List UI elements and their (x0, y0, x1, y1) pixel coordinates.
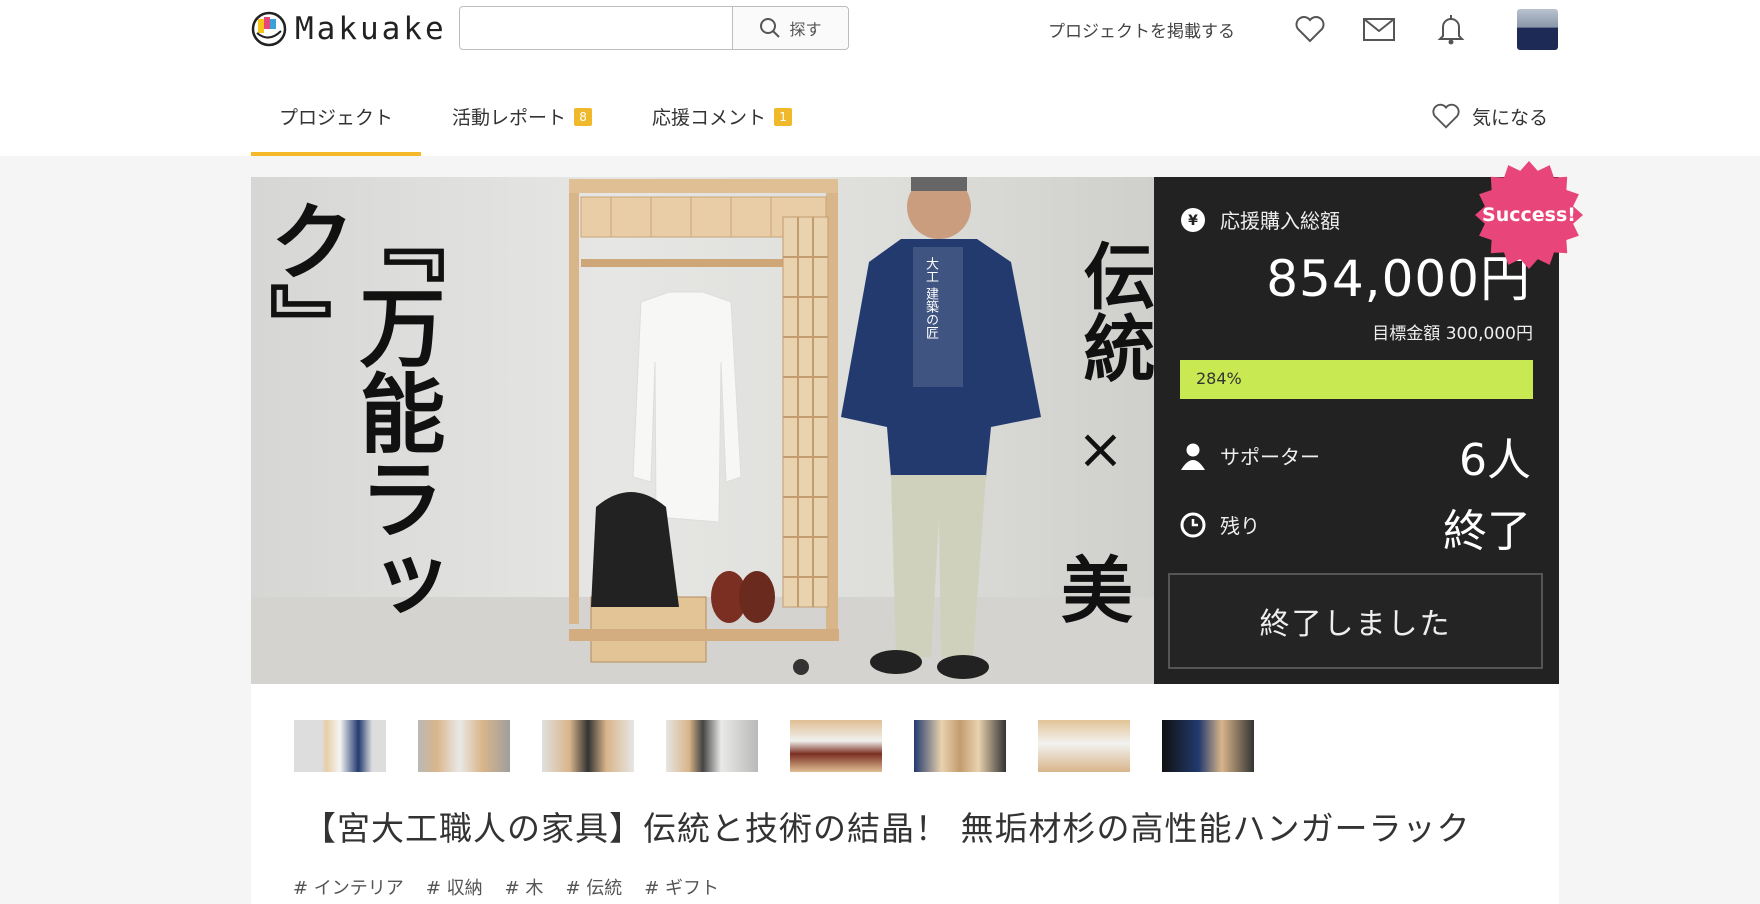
tab-support-comments[interactable]: 応援コメント 1 (652, 103, 793, 130)
search-button[interactable]: 探す (732, 7, 848, 49)
success-badge-text: Success! (1482, 204, 1576, 226)
clock-icon (1180, 512, 1206, 537)
thumbnail-4[interactable] (666, 720, 758, 772)
support-comments-count-badge: 1 (774, 107, 793, 126)
search-input[interactable] (460, 7, 732, 49)
active-tab-indicator (251, 152, 421, 156)
success-badge: Success! (1474, 160, 1584, 270)
mail-icon[interactable] (1362, 12, 1396, 46)
progress-text: 284% (1196, 369, 1242, 388)
thumbnail-3[interactable] (542, 720, 634, 772)
thumbnail-2[interactable] (418, 720, 510, 772)
top-header: Makuake 探す プロジェクトを掲載する プロジェクト 活動レポート 8 応… (0, 0, 1760, 156)
yen-icon: ¥ (1181, 207, 1205, 232)
heart-icon[interactable] (1293, 12, 1327, 46)
hero-right-text-mid: × (1077, 417, 1124, 482)
tag[interactable]: # 収納 (426, 874, 483, 900)
remaining-label: 残り (1220, 514, 1260, 538)
ended-button[interactable]: 終了しました (1168, 573, 1543, 669)
tab-label: プロジェクト (279, 107, 394, 129)
total-label-row: ¥ 応援購入総額 (1180, 205, 1340, 234)
supporters-value: 6人 (1459, 435, 1531, 486)
search-icon (760, 18, 781, 38)
project-title: 【宮大工職人の家具】伝統と技術の結晶！ 無垢材杉の高性能ハンガーラック (303, 809, 1471, 848)
hero-left-text: 『万能ラック』 (254, 197, 445, 627)
tab-label: 応援コメント (652, 107, 767, 129)
favorite-label: 気になる (1472, 106, 1549, 129)
tag-list: # インテリア # 収納 # 木 # 伝統 # ギフト (293, 874, 719, 900)
user-avatar[interactable] (1517, 9, 1558, 50)
tag[interactable]: # 伝統 (565, 874, 622, 900)
search-box: 探す (459, 6, 849, 50)
makuake-logo[interactable]: Makuake (251, 10, 447, 48)
progress-bar: 284% (1180, 360, 1533, 399)
person-icon (1181, 443, 1205, 470)
heart-icon (1432, 103, 1460, 129)
bell-icon[interactable] (1434, 12, 1468, 46)
remaining-value: 終了 (1443, 506, 1531, 557)
tab-activity-report[interactable]: 活動レポート 8 (452, 103, 593, 130)
thumbnail-1[interactable] (294, 720, 386, 772)
logo-text: Makuake (295, 11, 447, 47)
tag[interactable]: # 木 (505, 874, 544, 900)
tab-project[interactable]: プロジェクト (279, 103, 393, 130)
logo-mark-icon (251, 11, 287, 47)
hero-right-text-bottom: 美 (1061, 548, 1134, 633)
post-project-link[interactable]: プロジェクトを掲載する (1048, 17, 1235, 42)
svg-text:¥: ¥ (1188, 213, 1198, 229)
goal-amount: 目標金額 300,000円 (1372, 324, 1533, 344)
project-content: 【宮大工職人の家具】伝統と技術の結晶！ 無垢材杉の高性能ハンガーラック # イン… (251, 684, 1559, 904)
thumbnail-5[interactable] (790, 720, 882, 772)
favorite-button[interactable]: 気になる (1430, 101, 1548, 131)
project-main-image[interactable]: 『万能ラック』 伝統 × 美 大工 建築の匠 (251, 177, 1154, 684)
tab-label: 活動レポート (452, 107, 567, 129)
tag[interactable]: # ギフト (644, 874, 719, 900)
remaining-label-row: 残り (1180, 510, 1260, 539)
total-label: 応援購入総額 (1220, 209, 1340, 233)
supporters-label-row: サポーター (1180, 441, 1320, 470)
thumbnail-6[interactable] (914, 720, 1006, 772)
supporters-label: サポーター (1220, 445, 1320, 469)
thumbnail-8[interactable] (1162, 720, 1254, 772)
search-button-label: 探す (789, 20, 822, 39)
activity-report-count-badge: 8 (574, 107, 593, 126)
hero-right-text-top: 伝統 (1071, 239, 1154, 383)
thumbnail-7[interactable] (1038, 720, 1130, 772)
happi-text: 大工 建築の匠 (923, 257, 938, 340)
tag[interactable]: # インテリア (293, 874, 404, 900)
